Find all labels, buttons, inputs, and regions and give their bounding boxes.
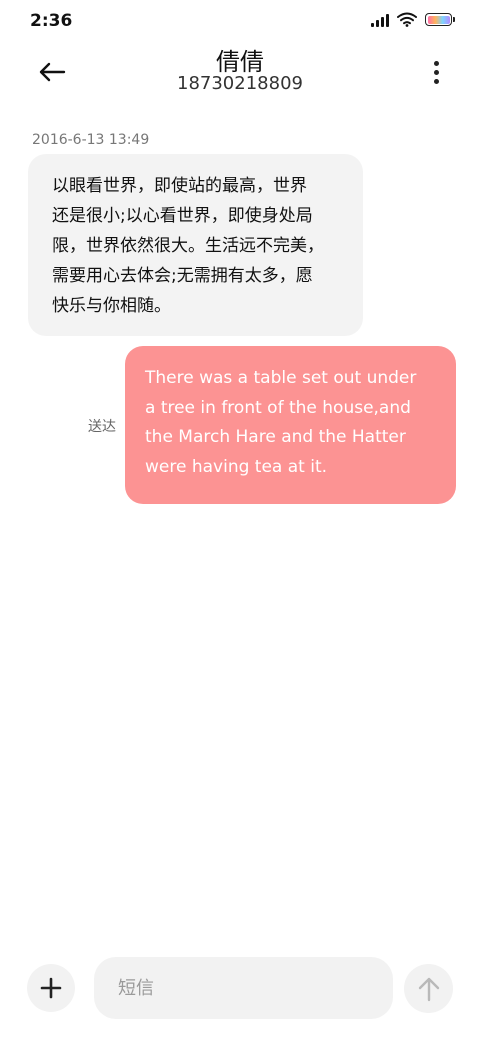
message-line: 限，世界依然很大。生活远不完美，	[52, 236, 324, 256]
arrow-up-icon	[418, 977, 439, 1001]
delivery-status: 送达	[88, 419, 116, 435]
signal-icon	[371, 13, 389, 27]
plus-icon	[40, 977, 62, 999]
message-line: were having tea at it.	[145, 456, 328, 477]
more-vertical-icon	[433, 60, 439, 66]
more-options-button[interactable]	[426, 52, 446, 92]
outgoing-message-bubble[interactable]: There was a table set out under a tree i…	[125, 346, 456, 504]
message-input[interactable]	[94, 957, 393, 1019]
status-icons	[371, 12, 455, 27]
add-attachment-button[interactable]	[27, 964, 75, 1012]
message-line: 还是很小;以心看世界，即使身处局	[52, 206, 313, 226]
message-line: 快乐与你相随。	[52, 296, 171, 316]
conversation-header: 倩倩 18730218809	[0, 40, 480, 110]
send-button[interactable]	[404, 964, 453, 1013]
status-time: 2:36	[30, 11, 73, 31]
contact-number: 18730218809	[177, 73, 303, 94]
message-line: a tree in front of the house,and	[145, 397, 411, 418]
wifi-icon	[397, 12, 417, 27]
message-line: the March Hare and the Hatter	[145, 427, 406, 447]
incoming-message-bubble[interactable]: 以眼看世界，即使站的最高，世界 还是很小;以心看世界，即使身处局 限，世界依然很…	[28, 154, 363, 336]
message-line: There was a table set out under	[145, 368, 417, 388]
message-line: 以眼看世界，即使站的最高，世界	[52, 176, 307, 196]
message-line: 需要用心去体会;无需拥有太多，愿	[52, 266, 313, 286]
battery-icon	[425, 13, 455, 26]
message-timestamp: 2016-6-13 13:49	[32, 132, 150, 148]
status-bar: 2:36	[0, 0, 480, 40]
contact-name: 倩倩	[216, 48, 264, 76]
message-composer	[0, 955, 480, 1021]
